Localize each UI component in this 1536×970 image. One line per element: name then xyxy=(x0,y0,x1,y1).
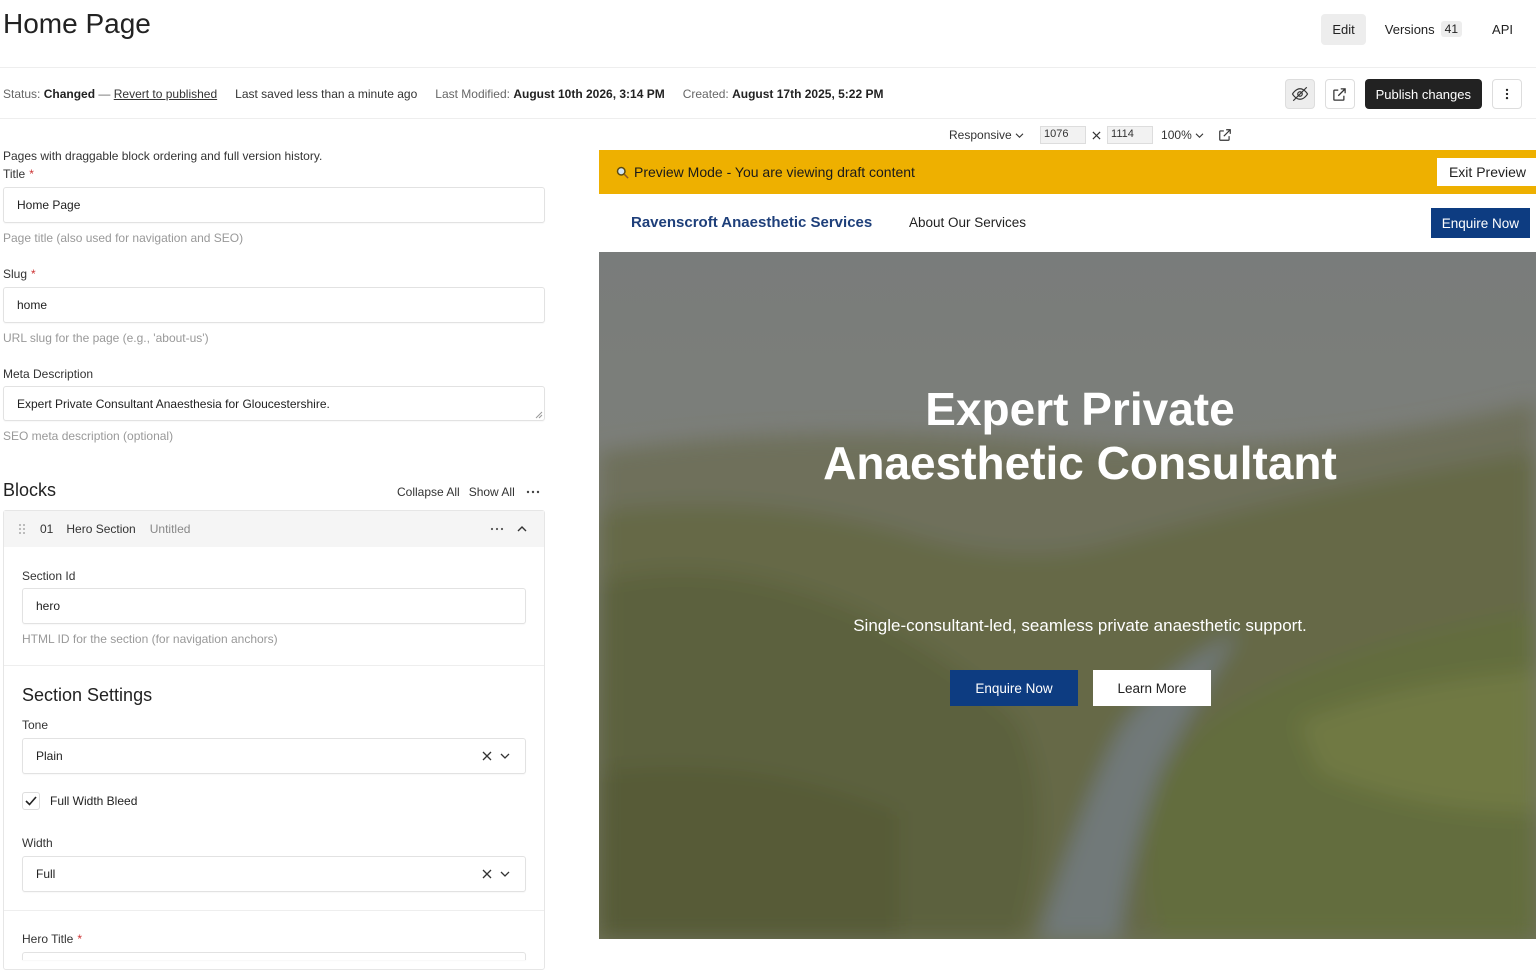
settings-divider xyxy=(4,665,544,666)
width-value: Full xyxy=(36,867,56,881)
slug-label: Slug * xyxy=(3,267,36,281)
full-width-checkbox[interactable] xyxy=(22,792,40,810)
chevron-down-icon[interactable] xyxy=(500,752,510,760)
resize-handle-icon[interactable] xyxy=(535,411,543,419)
tab-versions[interactable]: Versions 41 xyxy=(1374,13,1473,45)
revert-link[interactable]: Revert to published xyxy=(114,87,217,101)
hide-preview-button[interactable] xyxy=(1284,79,1315,109)
chevron-down-icon xyxy=(1195,133,1204,139)
magnifier-icon xyxy=(616,166,629,179)
page-title: Home Page xyxy=(3,8,151,39)
title-hint: Page title (also used for navigation and… xyxy=(3,231,244,245)
eye-off-icon xyxy=(1291,86,1308,102)
viewport-width-input[interactable]: 1076 xyxy=(1040,126,1087,144)
slug-hint: URL slug for the page (e.g., 'about-us') xyxy=(3,331,209,345)
preview-controls: Responsive 1076 1114 100% xyxy=(949,126,1232,144)
block-index: 01 xyxy=(40,522,54,536)
clear-icon[interactable] xyxy=(482,869,492,879)
status-label: Status: xyxy=(3,87,41,101)
view-tabs: Edit Versions 41 API xyxy=(1321,13,1524,45)
header-divider xyxy=(0,67,1536,68)
toolbar-right: Publish changes xyxy=(1284,79,1522,109)
full-width-checkbox-row[interactable]: Full Width Bleed xyxy=(22,792,137,810)
slug-input[interactable]: home xyxy=(3,287,545,323)
section-id-hint: HTML ID for the section (for navigation … xyxy=(22,632,278,646)
title-input[interactable]: Home Page xyxy=(3,187,545,223)
versions-count-badge: 41 xyxy=(1440,21,1463,37)
section-settings-title: Section Settings xyxy=(22,685,153,705)
meta-description-hint: SEO meta description (optional) xyxy=(3,429,174,443)
block-name: Untitled xyxy=(149,522,191,536)
full-width-label: Full Width Bleed xyxy=(50,794,138,808)
viewport-mode-select[interactable]: Responsive xyxy=(949,128,1024,142)
title-label: Title * xyxy=(3,167,34,181)
site-brand[interactable]: Ravenscroft Anaesthetic Services xyxy=(631,214,872,231)
zoom-select[interactable]: 100% xyxy=(1161,128,1204,142)
site-nav: Ravenscroft Anaesthetic Services About O… xyxy=(599,194,1536,252)
hero-background-image xyxy=(599,252,1536,939)
nav-enquire-button[interactable]: Enquire Now xyxy=(1430,208,1530,238)
block-header[interactable]: 01 Hero Section Untitled xyxy=(4,511,544,547)
nav-link-about[interactable]: About Our Services xyxy=(909,215,1026,230)
publish-changes-button[interactable]: Publish changes xyxy=(1364,79,1482,109)
open-external-button[interactable] xyxy=(1324,79,1355,109)
hero-title-label: Hero Title * xyxy=(22,932,83,946)
hero-enquire-button[interactable]: Enquire Now xyxy=(950,670,1078,706)
hero-title-input[interactable] xyxy=(22,952,526,960)
tab-edit[interactable]: Edit xyxy=(1321,13,1366,45)
kebab-menu-icon xyxy=(1505,88,1509,100)
meta-description-textarea[interactable]: Expert Private Consultant Anaesthesia fo… xyxy=(3,386,545,421)
chevron-down-icon xyxy=(1015,133,1024,139)
tone-value: Plain xyxy=(36,749,63,763)
meta-description-label: Meta Description xyxy=(3,367,94,381)
drag-handle-icon[interactable] xyxy=(18,523,26,535)
section-id-input[interactable]: hero xyxy=(22,588,526,624)
more-horizontal-icon[interactable] xyxy=(524,487,542,497)
hero-divider xyxy=(4,910,544,911)
clear-icon[interactable] xyxy=(482,751,492,761)
tone-select[interactable]: Plain xyxy=(22,738,526,774)
live-preview: Preview Mode - You are viewing draft con… xyxy=(599,150,1536,939)
collapse-all-button[interactable]: Collapse All xyxy=(397,485,460,499)
show-all-button[interactable]: Show All xyxy=(469,485,515,499)
external-link-icon xyxy=(1333,87,1346,101)
status-bar: Status: Changed — Revert to published La… xyxy=(3,87,884,101)
banner-text: Preview Mode - You are viewing draft con… xyxy=(634,164,915,180)
hero-subtitle: Single-consultant-led, seamless private … xyxy=(853,616,1307,635)
tab-api[interactable]: API xyxy=(1481,14,1524,45)
hero-learn-more-button[interactable]: Learn More xyxy=(1093,670,1211,706)
viewport-height-input[interactable]: 1114 xyxy=(1107,126,1154,144)
last-modified-value: August 10th 2026, 3:14 PM xyxy=(513,87,665,101)
block-more-icon[interactable] xyxy=(489,524,505,534)
check-icon xyxy=(25,796,37,806)
section-id-label: Section Id xyxy=(22,569,76,583)
hero-title: Expert Private Anaesthetic Consultant xyxy=(823,383,1337,489)
more-options-button[interactable] xyxy=(1492,79,1522,109)
blocks-actions: Collapse All Show All xyxy=(397,485,542,499)
chevron-up-icon[interactable] xyxy=(516,524,528,534)
collection-description: Pages with draggable block ordering and … xyxy=(3,149,323,163)
hero-buttons: Enquire Now Learn More xyxy=(950,670,1211,706)
toolbar-divider xyxy=(0,118,1536,119)
times-icon xyxy=(1092,130,1101,140)
width-select[interactable]: Full xyxy=(22,856,526,892)
exit-preview-button[interactable]: Exit Preview xyxy=(1436,158,1536,186)
created-value: August 17th 2025, 5:22 PM xyxy=(732,87,884,101)
preview-mode-banner: Preview Mode - You are viewing draft con… xyxy=(599,150,1536,194)
blocks-title: Blocks xyxy=(3,480,57,500)
last-saved: Last saved less than a minute ago xyxy=(235,87,418,101)
external-link-icon[interactable] xyxy=(1218,128,1232,142)
status-value: Changed xyxy=(43,87,96,101)
tone-label: Tone xyxy=(22,718,49,732)
width-label: Width xyxy=(22,836,53,850)
chevron-down-icon[interactable] xyxy=(500,870,510,878)
block-type: Hero Section xyxy=(66,522,136,536)
